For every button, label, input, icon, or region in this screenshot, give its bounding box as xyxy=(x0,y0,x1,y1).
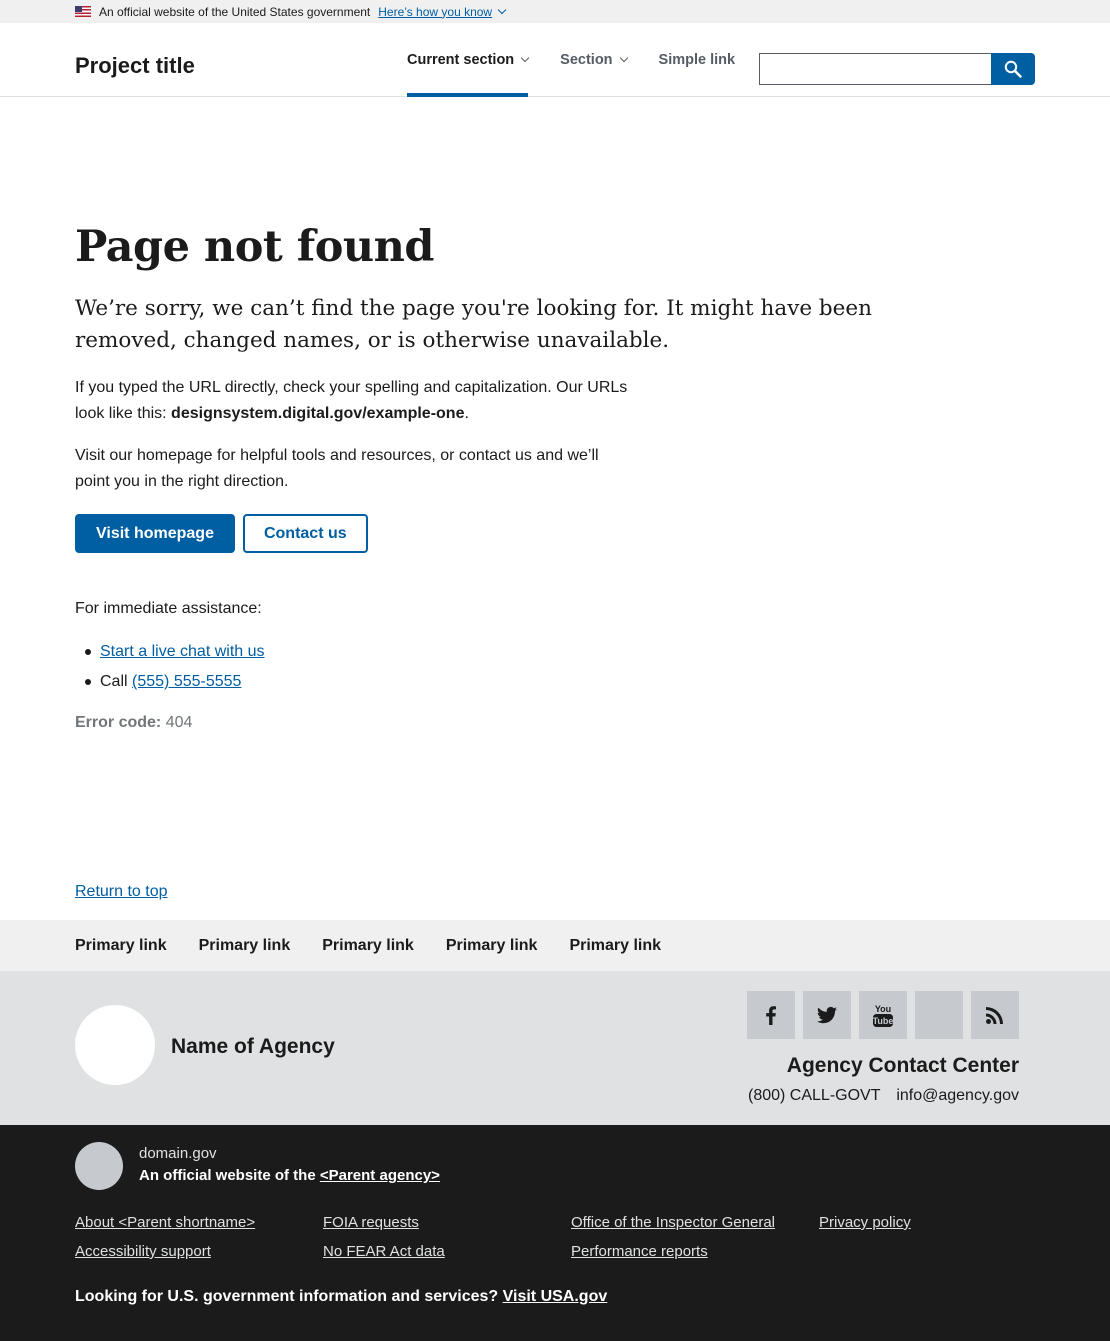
live-chat-link[interactable]: Start a live chat with us xyxy=(100,643,265,660)
contact-us-button[interactable]: Contact us xyxy=(242,514,368,553)
site-header: Project title Current section Section Si… xyxy=(0,23,1110,97)
search-icon xyxy=(1004,60,1022,78)
banner-text: An official website of the United States… xyxy=(99,4,371,19)
how-you-know-label[interactable]: Here’s how you know xyxy=(378,5,492,19)
chevron-down-icon xyxy=(619,53,628,63)
footer-primary-link[interactable]: Primary link xyxy=(322,937,414,955)
agency-logo xyxy=(75,1005,155,1085)
button-group: Visit homepage Contact us xyxy=(75,514,368,553)
facebook-icon xyxy=(766,1006,776,1025)
no-fear-act-link[interactable]: No FEAR Act data xyxy=(323,1243,445,1260)
youtube-icon: You Tube xyxy=(873,1004,894,1027)
gov-banner: An official website of the United States… xyxy=(0,0,1110,23)
parent-agency-link[interactable]: <Parent agency> xyxy=(320,1167,440,1184)
contact-center-heading: Agency Contact Center xyxy=(786,1054,1019,1077)
error-code: Error code: 404 xyxy=(75,714,192,732)
call-prefix: Call xyxy=(100,673,133,690)
agency-name: Name of Agency xyxy=(171,1035,335,1058)
nav-current-section[interactable]: Current section xyxy=(407,23,530,97)
assistance-intro: For immediate assistance: xyxy=(75,600,262,617)
official-prefix: An official website of the xyxy=(139,1167,320,1184)
identifier: domain.gov An official website of the <P… xyxy=(0,1125,1110,1341)
rss-link[interactable] xyxy=(971,991,1019,1039)
contact-phone[interactable]: (800) CALL-GOVT xyxy=(748,1087,880,1105)
phone-link[interactable]: (555) 555-5555 xyxy=(132,673,241,690)
nav-section[interactable]: Section xyxy=(560,23,628,97)
assistance-list: Start a live chat with us Call (555) 555… xyxy=(75,641,265,701)
url-help-text: If you typed the URL directly, check you… xyxy=(75,375,635,426)
primary-nav: Current section Section Simple link xyxy=(407,23,767,97)
identifier-official: An official website of the <Parent agenc… xyxy=(139,1167,440,1184)
list-item: Start a live chat with us xyxy=(75,641,265,671)
url-help-end: . xyxy=(464,404,469,422)
privacy-policy-link[interactable]: Privacy policy xyxy=(819,1214,911,1231)
error-code-label: Error code: xyxy=(75,714,162,731)
list-item: Call (555) 555-5555 xyxy=(75,671,265,701)
nav-label[interactable]: Section xyxy=(560,52,612,68)
identifier-domain: domain.gov xyxy=(139,1145,217,1162)
blank-social-link[interactable] xyxy=(915,991,963,1039)
usa-gov-text: Looking for U.S. government information … xyxy=(75,1288,503,1305)
footer-primary-link[interactable]: Primary link xyxy=(569,937,661,955)
error-code-value: 404 xyxy=(165,714,193,731)
search-button[interactable] xyxy=(991,53,1035,85)
inspector-general-link[interactable]: Office of the Inspector General xyxy=(571,1214,775,1231)
twitter-icon xyxy=(817,1006,837,1024)
footer-primary-link[interactable]: Primary link xyxy=(199,937,291,955)
rss-icon xyxy=(986,1007,1003,1024)
nav-label[interactable]: Simple link xyxy=(659,52,736,68)
svg-text:Tube: Tube xyxy=(873,1016,894,1026)
homepage-help-text: Visit our homepage for helpful tools and… xyxy=(75,447,599,490)
footer-primary-link[interactable]: Primary link xyxy=(446,937,538,955)
example-url: designsystem.digital.gov/example-one xyxy=(171,404,465,422)
usa-gov-link[interactable]: Visit USA.gov xyxy=(503,1288,608,1305)
nav-simple-link[interactable]: Simple link xyxy=(659,23,736,97)
performance-reports-link[interactable]: Performance reports xyxy=(571,1243,708,1260)
search-input[interactable] xyxy=(759,53,991,85)
footer-primary-nav: Primary link Primary link Primary link P… xyxy=(0,920,1110,971)
twitter-link[interactable] xyxy=(803,991,851,1039)
parent-agency-logo xyxy=(75,1142,123,1190)
foia-link[interactable]: FOIA requests xyxy=(323,1214,419,1231)
lead-text: We’re sorry, we can’t find the page you'… xyxy=(75,296,872,353)
chevron-down-icon xyxy=(520,53,530,63)
footer-secondary: Name of Agency You Tube Agency Contact C… xyxy=(0,971,1110,1125)
page-title: Page not found xyxy=(75,222,434,272)
nav-label[interactable]: Current section xyxy=(407,52,514,68)
return-to-top-link[interactable]: Return to top xyxy=(75,883,168,901)
visit-homepage-button[interactable]: Visit homepage xyxy=(75,514,235,553)
us-flag-icon xyxy=(75,6,91,17)
contact-email[interactable]: info@agency.gov xyxy=(896,1087,1019,1105)
usa-gov-promo: Looking for U.S. government information … xyxy=(75,1288,607,1306)
facebook-link[interactable] xyxy=(747,991,795,1039)
project-title[interactable]: Project title xyxy=(75,53,195,79)
accessibility-support-link[interactable]: Accessibility support xyxy=(75,1243,211,1260)
how-you-know-link[interactable]: Here’s how you know xyxy=(378,5,507,19)
chevron-down-icon xyxy=(497,5,507,14)
svg-text:You: You xyxy=(875,1004,891,1014)
search-form xyxy=(759,53,1035,85)
about-parent-link[interactable]: About <Parent shortname> xyxy=(75,1214,255,1231)
youtube-link[interactable]: You Tube xyxy=(859,991,907,1039)
social-links: You Tube xyxy=(747,991,1019,1039)
footer-primary-link[interactable]: Primary link xyxy=(75,937,167,955)
